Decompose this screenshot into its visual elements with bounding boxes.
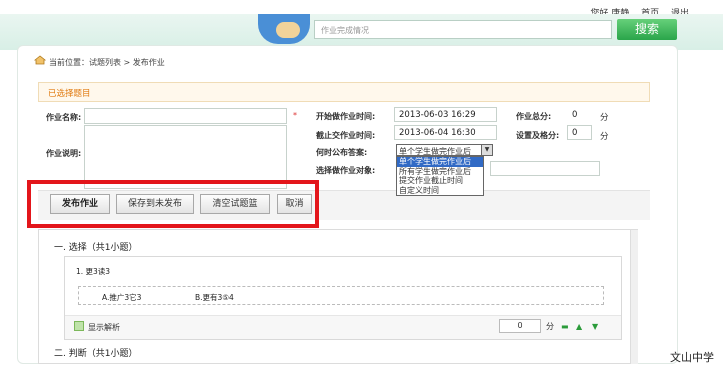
dropdown-option[interactable]: 提交作业截止时间 bbox=[397, 176, 483, 186]
search-button[interactable]: 搜索 bbox=[617, 19, 677, 40]
section-title: 已选择题目 bbox=[48, 89, 91, 99]
home-icon bbox=[34, 55, 46, 65]
required-marker: * bbox=[293, 111, 297, 120]
scrollbar[interactable] bbox=[630, 230, 638, 364]
pass-score-field[interactable]: 0 bbox=[567, 125, 592, 140]
analysis-icon[interactable] bbox=[74, 321, 84, 331]
publish-answer-select[interactable]: 单个学生做完作业后 ▼ bbox=[396, 144, 493, 156]
publish-answer-label: 何时公布答案: bbox=[316, 148, 368, 157]
search-input[interactable]: 作业完成情况 bbox=[314, 20, 612, 39]
publish-answer-dropdown[interactable]: 单个学生做完作业后 所有学生做完作业后 提交作业截止时间 自定义时间 bbox=[396, 156, 484, 196]
question-title: 1. 更3读3 bbox=[76, 267, 111, 276]
total-score-label: 作业总分: bbox=[516, 112, 552, 121]
dropdown-option[interactable]: 自定义时间 bbox=[397, 186, 483, 196]
homework-name-label: 作业名称: bbox=[46, 113, 82, 122]
total-score-value: 0 bbox=[567, 107, 592, 122]
end-time-field[interactable]: 2013-06-04 16:30 bbox=[394, 125, 497, 140]
end-time-label: 截止交作业时间: bbox=[316, 131, 376, 140]
move-down-icon[interactable]: ▼ bbox=[592, 322, 598, 331]
total-score-unit: 分 bbox=[600, 113, 609, 123]
breadcrumb: 当前位置：试题列表 > 发布作业 bbox=[49, 58, 165, 67]
homework-desc-label: 作业说明: bbox=[46, 149, 82, 158]
dropdown-option[interactable]: 所有学生做完作业后 bbox=[397, 167, 483, 177]
question-section-heading: 二. 判断（共1小题） bbox=[54, 349, 138, 359]
highlight-box bbox=[27, 180, 319, 228]
chevron-down-icon[interactable]: ▼ bbox=[481, 145, 492, 155]
show-analysis-link[interactable]: 显示解析 bbox=[88, 322, 120, 333]
start-time-label: 开始做作业时间: bbox=[316, 112, 376, 121]
question-score-field[interactable]: 0 bbox=[499, 319, 541, 333]
pass-score-label: 设置及格分: bbox=[516, 131, 560, 140]
remove-icon[interactable]: ▬ bbox=[561, 322, 569, 331]
option-a: A.推广3它3 bbox=[102, 293, 142, 302]
question-section-heading: 一. 选择（共1小题） bbox=[54, 243, 138, 253]
dropdown-option[interactable]: 单个学生做完作业后 bbox=[397, 157, 483, 167]
publish-answer-value: 单个学生做完作业后 bbox=[399, 147, 471, 156]
target-label: 选择做作业对象: bbox=[316, 166, 376, 175]
question-options bbox=[78, 286, 604, 305]
move-up-icon[interactable]: ▲ bbox=[576, 322, 582, 331]
homework-name-field[interactable] bbox=[84, 108, 287, 124]
selected-questions-header: 已选择题目 bbox=[38, 82, 650, 102]
mascot-logo bbox=[258, 14, 310, 44]
start-time-field[interactable]: 2013-06-03 16:29 bbox=[394, 107, 497, 122]
question-score-unit: 分 bbox=[546, 322, 554, 331]
watermark: 文山中学 bbox=[670, 351, 714, 364]
option-b: B.更有3⑤4 bbox=[195, 293, 234, 302]
pass-score-unit: 分 bbox=[600, 132, 609, 142]
target-field[interactable] bbox=[490, 161, 600, 176]
